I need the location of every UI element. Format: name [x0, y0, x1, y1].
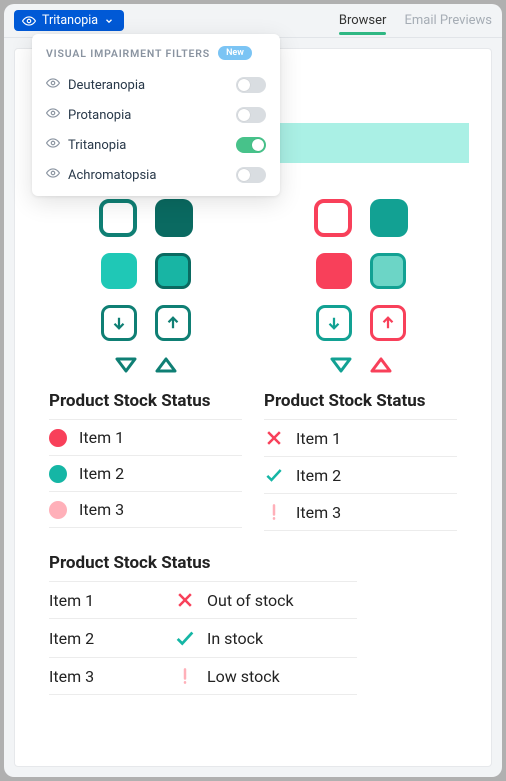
table-row: Item 1 Out of stock [49, 581, 357, 619]
bottom-heading: Product Stock Status [49, 553, 357, 573]
swatch-solid-teal [101, 253, 137, 289]
bang-icon [264, 502, 284, 522]
item-label: Item 3 [296, 503, 341, 522]
check-icon [264, 465, 284, 485]
eye-icon [46, 136, 60, 154]
swatch-solid-teal-bordered [155, 253, 191, 289]
filter-option-label: Deuteranopia [68, 78, 145, 93]
swatch-solid-teal-light [370, 253, 406, 289]
arrow-down-box [101, 305, 137, 341]
filter-option-label: Protanopia [68, 108, 131, 123]
left-heading: Product Stock Status [49, 391, 242, 411]
check-icon [169, 627, 201, 649]
arrow-down-box-teal [316, 305, 352, 341]
item-label: Item 3 [49, 667, 169, 686]
filter-option-achromatopsia[interactable]: Achromatopsia [46, 160, 266, 190]
right-heading: Product Stock Status [264, 391, 457, 411]
filter-option-protanopia[interactable]: Protanopia [46, 100, 266, 130]
filter-option-label: Achromatopsia [68, 168, 156, 183]
filter-option-label: Tritanopia [68, 138, 126, 153]
item-label: Item 1 [79, 428, 124, 447]
eye-icon [22, 14, 36, 28]
arrow-up-box-red [370, 305, 406, 341]
swatch-solid-teal-dark [155, 199, 193, 237]
x-icon [169, 590, 201, 610]
status-dot [49, 465, 67, 483]
filter-option-tritanopia[interactable]: Tritanopia [46, 130, 266, 160]
chevron-down-icon [104, 16, 114, 26]
filter-toggle[interactable] [236, 137, 266, 153]
new-badge: New [218, 46, 252, 60]
status-label: In stock [201, 629, 357, 648]
dropdown-title: VISUAL IMPAIRMENT FILTERS [46, 47, 210, 60]
tabs: Browser Email Previews [339, 7, 492, 34]
filter-toggle[interactable] [236, 167, 266, 183]
list-item: Item 2 [49, 456, 242, 492]
visual-impairment-dropdown: VISUAL IMPAIRMENT FILTERS New Deuteranop… [32, 34, 280, 196]
item-label: Item 2 [296, 466, 341, 485]
item-label: Item 2 [49, 629, 169, 648]
list-item: Item 1 [264, 419, 457, 457]
table-row: Item 3 Low stock [49, 658, 357, 695]
triangle-down-teal-icon [330, 357, 352, 373]
item-label: Item 2 [79, 464, 124, 483]
swatch-solid-red [316, 253, 352, 289]
swatch-outline-red [314, 199, 352, 237]
triangle-down-icon [115, 357, 137, 373]
list-item: Item 2 [264, 457, 457, 494]
tab-email-previews[interactable]: Email Previews [404, 7, 492, 34]
list-item: Item 1 [49, 419, 242, 456]
status-dot [49, 501, 67, 519]
eye-icon [46, 76, 60, 94]
list-item: Item 3 [49, 492, 242, 528]
filter-dropdown-label: Tritanopia [42, 13, 98, 28]
filter-toggle[interactable] [236, 77, 266, 93]
triangle-up-red-icon [370, 357, 392, 373]
topbar: Tritanopia Browser Email Previews [4, 4, 502, 38]
swatch-outline-teal [99, 199, 137, 237]
item-label: Item 1 [49, 591, 169, 610]
arrow-up-box [155, 305, 191, 341]
tab-browser[interactable]: Browser [339, 7, 387, 34]
bottom-table: Product Stock Status Item 1Out of stockI… [49, 549, 357, 695]
filter-option-deuteranopia[interactable]: Deuteranopia [46, 70, 266, 100]
eye-icon [46, 166, 60, 184]
table-row: Item 2 In stock [49, 619, 357, 658]
bang-icon [169, 666, 201, 686]
swatch-solid-teal2 [370, 199, 408, 237]
status-label: Out of stock [201, 591, 357, 610]
status-dot [49, 429, 67, 447]
x-icon [264, 428, 284, 448]
filter-dropdown-button[interactable]: Tritanopia [14, 10, 124, 31]
item-label: Item 3 [79, 500, 124, 519]
eye-icon [46, 106, 60, 124]
list-item: Item 3 [264, 494, 457, 531]
item-label: Item 1 [296, 429, 341, 448]
triangle-up-icon [155, 357, 177, 373]
status-label: Low stock [201, 667, 357, 686]
filter-toggle[interactable] [236, 107, 266, 123]
